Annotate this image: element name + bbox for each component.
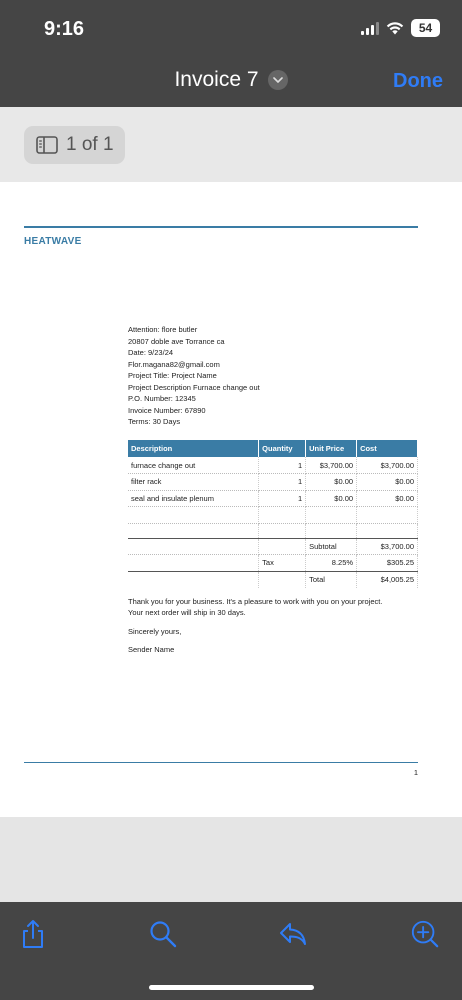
column-header: Quantity [258,440,307,457]
battery-indicator: 54 [411,19,440,37]
cellular-signal-icon [361,21,379,35]
page-number: 1 [413,768,418,777]
cell-quantity: 1 [258,473,307,491]
address-line: Project Title: Project Name [128,371,217,380]
cell-cost: $0.00 [356,473,418,491]
table-row: filter rack 1 $0.00 $0.00 [128,473,418,491]
subtotal-value: $3,700.00 [356,537,418,555]
address-line: Project Description Furnace change out [128,382,260,392]
address-line: Invoice Number: 67890 [128,405,206,415]
cell-cost: $0.00 [356,490,418,507]
subtotal-label: Subtotal [305,537,358,555]
tax-label: Tax [258,554,307,572]
address-line: 20807 doble ave Torrance ca [128,336,225,346]
cell-description: filter rack [128,473,260,491]
tax-value: $305.25 [356,554,418,572]
cell-description: seal and insulate plenum [128,490,260,507]
company-name: HEATWAVE [24,236,82,247]
column-header: Unit Price [305,440,358,457]
note-line: Thank you for your business. It's a plea… [128,597,383,606]
tax-rate: 8.25% [305,554,358,572]
invoice-table: Description Quantity Unit Price Cost fur… [128,440,418,588]
note-line: Your next order will ship in 30 days. [128,608,246,617]
cell-cost: $3,700.00 [356,457,418,474]
total-value: $4,005.25 [356,571,418,588]
done-button[interactable]: Done [393,70,443,93]
status-icons: 54 [361,19,440,37]
wifi-icon [386,22,404,35]
footer-rule [24,762,418,763]
tax-row: Tax 8.25% $305.25 [128,554,418,572]
markup-zoom-button[interactable] [410,918,440,950]
closing-text: Sincerely yours, [128,627,182,636]
search-icon [150,921,177,948]
column-header: Description [128,440,260,457]
header-rule [24,226,418,228]
reply-button[interactable] [278,918,308,950]
address-line: Attention: flore butler [128,325,198,334]
sidebar-icon [36,136,58,154]
navigation-bar: 9:16 54 Invoice 7 Done [0,0,462,107]
table-row: furnace change out 1 $3,700.00 $3,700.00 [128,457,418,474]
table-row-empty [128,523,418,539]
share-button[interactable] [18,918,48,950]
cell-unit-price: $0.00 [305,473,358,491]
address-line: Terms: 30 Days [128,417,181,426]
cell-quantity: 1 [258,457,307,474]
recipient-details: Attention: flore butler 20807 doble ave … [128,324,260,428]
document-title[interactable]: Invoice 7 [174,68,258,92]
search-button[interactable] [148,918,178,950]
table-row: seal and insulate plenum 1 $0.00 $0.00 [128,490,418,507]
address-line: Flor.magana82@gmail.com [128,359,220,369]
cell-unit-price: $0.00 [305,490,358,507]
cell-quantity: 1 [258,490,307,507]
table-row-empty [128,506,418,524]
column-header: Cost [356,440,418,457]
home-indicator[interactable] [149,985,314,990]
page-indicator-button[interactable]: 1 of 1 [24,126,125,164]
address-line: Date: 9/23/24 [128,348,174,357]
cell-description: furnace change out [128,457,260,474]
status-time: 9:16 [44,18,85,40]
cell-unit-price: $3,700.00 [305,457,358,474]
chevron-down-icon[interactable] [267,70,288,90]
subtotal-row: Subtotal $3,700.00 [128,537,418,555]
table-header-row: Description Quantity Unit Price Cost [128,440,418,457]
sender-name: Sender Name [128,645,175,654]
total-label: Total [305,571,358,588]
zoom-in-icon [411,920,439,948]
reply-icon [280,923,306,945]
total-row: Total $4,005.25 [128,571,418,588]
share-icon [23,920,43,948]
page-indicator-label: 1 of 1 [66,134,114,155]
thank-you-note: Thank you for your business. It's a plea… [128,596,382,618]
address-line: P.O. Number: 12345 [128,394,196,403]
